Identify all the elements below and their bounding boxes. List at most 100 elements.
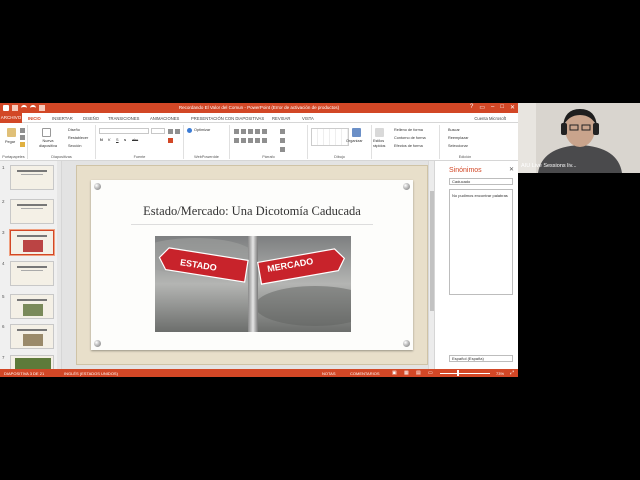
font-family-combo[interactable] [99, 128, 149, 134]
italic-icon[interactable]: K [108, 138, 111, 142]
justify-icon[interactable] [255, 138, 260, 143]
pushpin-icon [94, 340, 101, 347]
fit-slide-icon[interactable]: ⤢ [510, 370, 514, 376]
shape-fill-button[interactable]: Relleno de forma [394, 128, 423, 132]
paste-icon[interactable] [7, 128, 16, 137]
normal-view-icon[interactable]: ▣ [392, 370, 397, 376]
bold-icon[interactable]: N [100, 138, 103, 142]
tab-diseno[interactable]: DISEÑO [83, 116, 99, 121]
close-icon[interactable]: ✕ [509, 166, 514, 173]
pushpin-icon [94, 183, 101, 190]
smartart-icon[interactable] [280, 147, 285, 152]
new-slide-icon[interactable] [42, 128, 51, 137]
align-right-icon[interactable] [248, 138, 253, 143]
slide-thumbnail-5[interactable] [10, 294, 54, 319]
group-clipboard: Pegar Portapapeles [0, 125, 28, 159]
quick-styles-button[interactable]: Estilos rápidos [373, 139, 387, 149]
reading-view-icon[interactable]: ▤ [416, 370, 421, 376]
shape-effects-button[interactable]: Efectos de forma [394, 144, 423, 148]
optimize-icon[interactable] [187, 128, 192, 133]
slide-thumbnail-1[interactable] [10, 165, 54, 190]
align-left-icon[interactable] [234, 138, 239, 143]
slide-thumbnail-6[interactable] [10, 324, 54, 349]
thumbnails-scrollbar[interactable] [57, 161, 61, 369]
layout-button[interactable]: Diseño [68, 128, 80, 132]
tab-animaciones[interactable]: ANIMACIONES [150, 116, 179, 121]
align-center-icon[interactable] [241, 138, 246, 143]
close-icon[interactable]: ✕ [510, 104, 515, 111]
group-label-slides: Diapositivas [51, 155, 72, 159]
language-select[interactable]: Español (España) [449, 355, 513, 362]
ribbon-display-icon[interactable]: ▭ [479, 104, 485, 111]
new-slide-button[interactable]: Nueva diapositiva [36, 139, 60, 149]
shapes-gallery[interactable] [311, 128, 349, 146]
group-slides: Nueva diapositiva Diseño Restablecer Sec… [28, 125, 96, 159]
maximize-icon[interactable]: □ [500, 104, 504, 111]
thumb-number: 2 [2, 199, 5, 204]
numbering-icon[interactable] [241, 129, 246, 134]
slide-card: Estado/Mercado: Una Dicotomía Caducada E… [91, 180, 413, 350]
zoom-slider[interactable] [440, 370, 490, 376]
minimize-icon[interactable]: – [491, 104, 494, 111]
slide-thumbnail-4[interactable] [10, 261, 54, 286]
help-icon[interactable]: ? [470, 104, 473, 111]
line-spacing-icon[interactable] [262, 129, 267, 134]
zoom-level[interactable]: 73% [496, 371, 504, 376]
slide-sorter-icon[interactable]: ▦ [404, 370, 409, 376]
font-size-combo[interactable] [151, 128, 165, 134]
tab-presentacion[interactable]: PRESENTACIÓN CON DIAPOSITIVAS [191, 116, 264, 121]
thumb-number: 3 [2, 230, 5, 235]
slide-thumbnail-3[interactable] [9, 229, 55, 256]
arrange-icon[interactable] [352, 128, 361, 137]
columns-icon[interactable] [262, 138, 267, 143]
tab-insertar[interactable]: INSERTAR [52, 116, 73, 121]
notes-button[interactable]: NOTAS [322, 371, 335, 376]
language-indicator[interactable]: INGLÉS (ESTADOS UNIDOS) [64, 371, 118, 376]
shape-outline-button[interactable]: Contorno de forma [394, 136, 426, 140]
replace-button[interactable]: Reemplazar [448, 136, 468, 140]
bullets-icon[interactable] [234, 129, 239, 134]
group-label-clipboard: Portapapeles [2, 155, 25, 159]
optimize-button[interactable]: Optimizar [194, 128, 210, 132]
thumb-number: 4 [2, 261, 5, 266]
shadow-icon[interactable]: s [124, 138, 126, 142]
slide-thumbnail-2[interactable] [10, 199, 54, 224]
slide-title[interactable]: Estado/Mercado: Una Dicotomía Caducada [91, 204, 413, 219]
zoom-slider-thumb[interactable] [456, 370, 459, 376]
select-button[interactable]: Seleccionar [448, 144, 468, 148]
comments-button[interactable]: COMENTARIOS [350, 371, 379, 376]
tab-vista[interactable]: VISTA [302, 116, 314, 121]
tab-inicio[interactable]: INICIO [28, 116, 41, 121]
underline-icon[interactable]: S [116, 138, 119, 142]
increase-indent-icon[interactable] [255, 129, 260, 134]
font-color-icon[interactable] [168, 138, 173, 143]
slideshow-icon[interactable]: ▭ [428, 370, 433, 376]
align-text-icon[interactable] [280, 138, 285, 143]
tab-revisar[interactable]: REVISAR [272, 116, 290, 121]
arrange-button[interactable]: Organizar [346, 139, 363, 143]
grow-font-icon[interactable] [168, 129, 173, 134]
tab-archivo[interactable]: ARCHIVO [0, 113, 22, 123]
synonyms-search-input[interactable]: Caducado [449, 178, 513, 185]
decrease-indent-icon[interactable] [248, 129, 253, 134]
window-controls: ? ▭ – □ ✕ [470, 104, 515, 111]
reset-button[interactable]: Restablecer [68, 136, 88, 140]
group-label-editing: Edición [458, 155, 472, 159]
tab-transiciones[interactable]: TRANSICIONES [108, 116, 139, 121]
section-button[interactable]: Sección [68, 144, 82, 148]
format-painter-icon[interactable] [20, 142, 25, 147]
text-direction-icon[interactable] [280, 129, 285, 134]
copy-icon[interactable] [20, 135, 25, 140]
group-label-font: Fuente [133, 155, 146, 159]
slide-thumbnail-7[interactable] [10, 355, 54, 369]
find-button[interactable]: Buscar [448, 128, 460, 132]
strikethrough-icon[interactable]: abc [132, 138, 138, 142]
paste-button[interactable]: Pegar [5, 140, 15, 144]
quick-styles-icon[interactable] [375, 128, 384, 137]
account-name[interactable]: Cuenta Microsoft [474, 116, 506, 121]
cut-icon[interactable] [20, 128, 25, 133]
synonyms-results-list: No pudimos encontrar palabras [449, 189, 513, 295]
shrink-font-icon[interactable] [175, 129, 180, 134]
current-slide[interactable]: Estado/Mercado: Una Dicotomía Caducada E… [76, 165, 428, 365]
road-sign-image[interactable]: ESTADO MERCADO [155, 236, 351, 332]
